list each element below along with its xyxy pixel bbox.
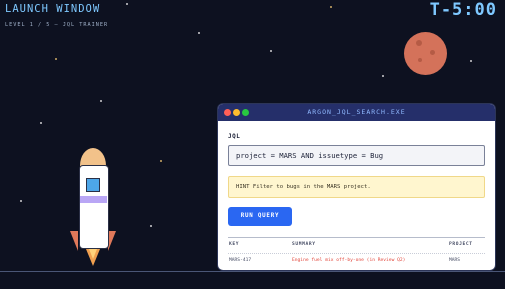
- rocket-fin-left: [70, 231, 78, 251]
- run-query-button[interactable]: RUN QUERY: [228, 207, 292, 226]
- star: [470, 60, 472, 62]
- table-header: KEY SUMMARY PROJECT: [228, 237, 485, 250]
- star: [100, 100, 102, 102]
- rocket-window: [86, 178, 100, 192]
- issue-summary: Engine fuel mix off-by-one (in Review Q2…: [292, 258, 406, 263]
- issue-project: MARS: [449, 258, 461, 263]
- level-subtitle: LEVEL 1 / 5 — JQL TRAINER: [5, 22, 109, 28]
- rocket-fin-right: [108, 231, 116, 251]
- hint-box: HINT Filter to bugs in the MARS project.: [228, 176, 485, 198]
- star: [55, 58, 57, 60]
- jql-input[interactable]: project = MARS AND issuetype = Bug: [228, 145, 485, 166]
- window-body: JQL project = MARS AND issuetype = Bug H…: [218, 133, 495, 263]
- star: [270, 50, 272, 52]
- mars-planet: [404, 32, 447, 75]
- rocket-band: [80, 196, 107, 203]
- page-title: LAUNCH WINDOW: [5, 3, 101, 15]
- crater: [416, 40, 422, 46]
- window-titlebar[interactable]: ARGON_JQL_SEARCH.EXE: [218, 104, 495, 121]
- ground-line: [0, 271, 505, 272]
- star: [126, 3, 128, 5]
- results-table: KEY SUMMARY PROJECT MARS-417 Engine fuel…: [228, 237, 485, 263]
- star: [160, 160, 162, 162]
- issue-key[interactable]: MARS-417: [229, 258, 292, 263]
- countdown-timer: T-5:00: [429, 0, 497, 20]
- table-row[interactable]: MARS-417 Engine fuel mix off-by-one (in …: [228, 254, 485, 263]
- star: [330, 6, 332, 8]
- star: [198, 32, 200, 34]
- crater: [418, 58, 422, 62]
- star: [40, 122, 42, 124]
- jql-label: JQL: [228, 133, 241, 140]
- column-header-project[interactable]: PROJECT: [449, 242, 484, 250]
- star: [382, 75, 384, 77]
- window-title: ARGON_JQL_SEARCH.EXE: [307, 108, 406, 116]
- rocket: [70, 148, 116, 272]
- column-header-summary[interactable]: SUMMARY: [292, 242, 449, 250]
- jql-search-window: ARGON_JQL_SEARCH.EXE JQL project = MARS …: [218, 104, 495, 270]
- crater: [430, 50, 435, 55]
- star: [150, 225, 152, 227]
- star: [20, 200, 22, 202]
- column-header-key[interactable]: KEY: [229, 242, 292, 250]
- rocket-flame-core: [89, 249, 97, 259]
